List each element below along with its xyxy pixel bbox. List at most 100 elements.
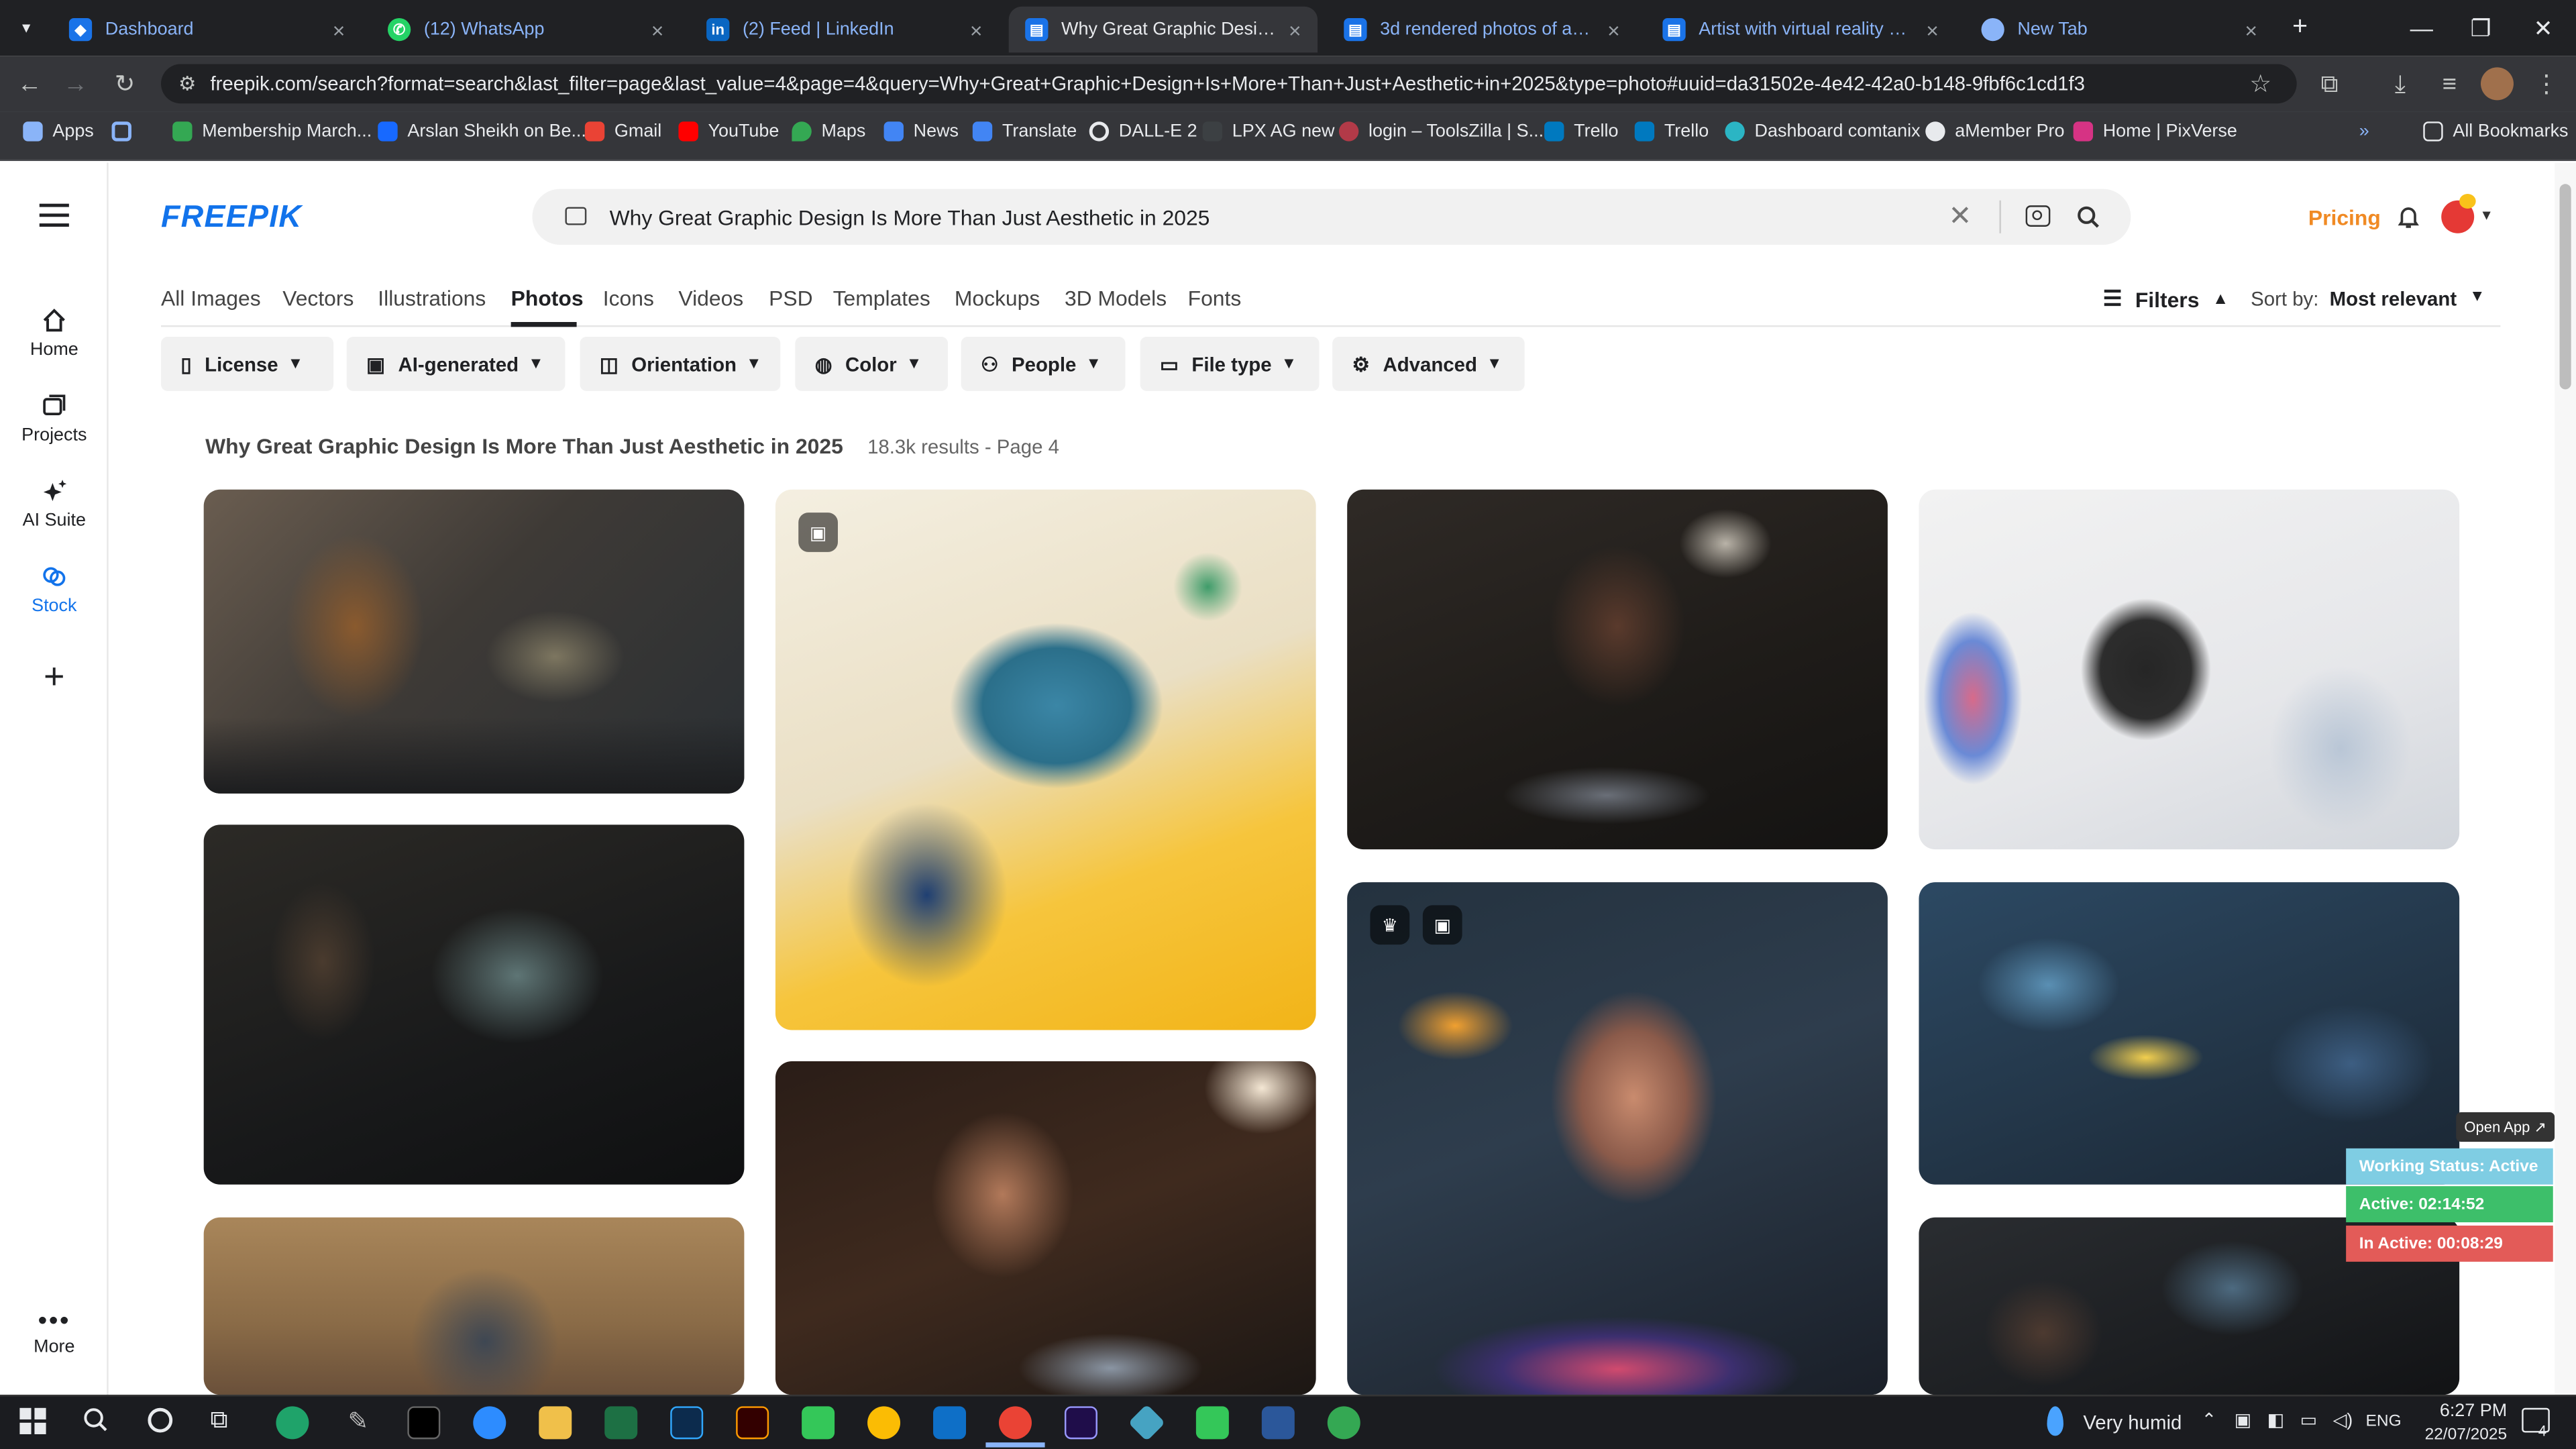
download-icon[interactable]: ⤓	[2381, 64, 2420, 104]
vscode-icon[interactable]	[933, 1406, 967, 1440]
extensions-icon[interactable]: ⧉	[2310, 64, 2349, 104]
filter-license[interactable]: ▯ License ▾	[161, 337, 334, 391]
pricing-link[interactable]: Pricing	[2308, 205, 2381, 230]
photoshop-icon[interactable]	[670, 1406, 704, 1440]
close-icon[interactable]: ×	[2245, 17, 2257, 42]
chrome-icon[interactable]	[998, 1406, 1032, 1440]
chrome-menu-icon[interactable]: ⋮	[2527, 64, 2567, 104]
minimize-icon[interactable]: —	[2392, 0, 2451, 56]
media-control-icon[interactable]: ≡	[2430, 64, 2469, 104]
filter-advanced[interactable]: ⚙ Advanced ▾	[1332, 337, 1525, 391]
image-tile[interactable]	[203, 1217, 745, 1395]
phone-app-icon[interactable]	[1195, 1406, 1229, 1440]
clock-time[interactable]: 6:27 PM	[2422, 1401, 2507, 1421]
tab-templates[interactable]: Templates	[833, 286, 930, 311]
excel-icon[interactable]	[604, 1406, 638, 1440]
zoom-icon[interactable]	[473, 1406, 506, 1440]
cortana-icon[interactable]	[148, 1407, 173, 1433]
tab-6[interactable]: New Tab ×	[1965, 7, 2273, 53]
image-tile[interactable]: ▣	[775, 489, 1316, 1030]
bookmark-6[interactable]: News	[883, 121, 959, 142]
forward-arrow-icon[interactable]: →	[56, 64, 95, 104]
filters-toggle[interactable]: ☰ Filters ▲	[2103, 286, 2229, 312]
back-arrow-icon[interactable]: ←	[10, 64, 50, 104]
tab-psd[interactable]: PSD	[769, 286, 812, 311]
tab-2[interactable]: in (2) Feed | LinkedIn ×	[690, 7, 999, 53]
phone-app-icon[interactable]	[802, 1406, 835, 1440]
bookmark-8[interactable]: DALL-E 2	[1089, 121, 1197, 142]
image-tile[interactable]	[1347, 489, 1888, 850]
file-explorer-icon[interactable]	[539, 1406, 572, 1440]
chrome-icon[interactable]	[1327, 1406, 1360, 1440]
tab-search-chevron-icon[interactable]: ▾	[10, 13, 43, 43]
premiere-icon[interactable]	[1064, 1406, 1097, 1440]
tab-3[interactable]: ▤ Why Great Graphic Design Is M ×	[1008, 6, 1318, 53]
network-icon[interactable]: ▭	[2300, 1409, 2317, 1431]
restore-icon[interactable]: ❐	[2451, 0, 2510, 56]
tab-0[interactable]: ◆ Dashboard ×	[52, 7, 361, 53]
filter-color[interactable]: ◍ Color ▾	[795, 337, 949, 391]
tray-app-icon[interactable]: ◧	[2267, 1409, 2284, 1431]
tab-4[interactable]: ▤ 3d rendered photos of artist m ×	[1328, 7, 1636, 53]
language-indicator[interactable]: ENG	[2366, 1413, 2402, 1431]
bookmark-14[interactable]: aMember Pro	[1925, 121, 2065, 142]
bookmark-4[interactable]: YouTube	[678, 121, 779, 142]
chrome-icon[interactable]	[867, 1406, 901, 1440]
profile-avatar[interactable]	[2480, 67, 2514, 101]
close-icon[interactable]: ×	[1607, 17, 1620, 42]
word-icon[interactable]	[1261, 1406, 1295, 1440]
tray-chevron-icon[interactable]: ⌃	[2202, 1409, 2217, 1431]
site-info-icon[interactable]: ⚙	[168, 64, 207, 104]
illustrator-icon[interactable]	[736, 1406, 769, 1440]
image-type-icon[interactable]	[565, 207, 587, 225]
freepik-logo[interactable]: FREEPIK	[161, 201, 302, 237]
sidebar-item-ai-suite[interactable]: AI Suite	[0, 478, 109, 531]
terminal-icon[interactable]	[407, 1406, 441, 1440]
tab-fonts[interactable]: Fonts	[1188, 286, 1242, 311]
sidebar-item-projects[interactable]: Projects	[0, 392, 109, 445]
tab-3d-models[interactable]: 3D Models	[1065, 286, 1167, 311]
tab-illustrations[interactable]: Illustrations	[378, 286, 486, 311]
open-app-button[interactable]: Open App ↗	[2456, 1112, 2555, 1142]
bell-icon[interactable]	[2396, 204, 2422, 238]
filter-people[interactable]: ⚇ People ▾	[961, 337, 1126, 391]
tab-videos[interactable]: Videos	[678, 286, 743, 311]
pen-tool-icon[interactable]: ✎	[341, 1406, 374, 1439]
window-close-icon[interactable]: ✕	[2514, 0, 2573, 56]
filter-orientation[interactable]: ◫ Orientation ▾	[580, 337, 781, 391]
tab-all-images[interactable]: All Images	[161, 286, 261, 311]
close-icon[interactable]: ×	[1289, 17, 1301, 42]
image-tile[interactable]: ♛ ▣	[1347, 882, 1888, 1395]
tab-vectors[interactable]: Vectors	[282, 286, 354, 311]
search-icon[interactable]	[2077, 205, 2100, 237]
clock-date[interactable]: 22/07/2025	[2405, 1426, 2508, 1444]
bookmark-7[interactable]: Translate	[972, 121, 1077, 142]
close-icon[interactable]: ×	[651, 17, 664, 42]
image-tile[interactable]	[775, 1061, 1316, 1395]
sort-select[interactable]: Most relevant ▾	[2330, 288, 2481, 311]
close-icon[interactable]: ×	[970, 17, 983, 42]
weather-text[interactable]: Very humid	[2083, 1411, 2182, 1434]
tab-icons[interactable]: Icons	[603, 286, 654, 311]
tab-photos[interactable]: Photos	[511, 286, 584, 311]
filter-ai-generated[interactable]: ▣ AI-generated ▾	[346, 337, 566, 391]
clear-search-icon[interactable]: ✕	[1949, 201, 1972, 233]
all-bookmarks[interactable]: All Bookmarks	[2423, 121, 2569, 142]
new-tab-plus-icon[interactable]: +	[2284, 11, 2316, 44]
sidebar-item-stock[interactable]: Stock	[0, 564, 109, 616]
address-bar[interactable]: freepik.com/search?format=search&last_fi…	[161, 64, 2297, 104]
tab-mockups[interactable]: Mockups	[955, 286, 1040, 311]
bookmark-10[interactable]: login – ToolsZilla | S...	[1338, 121, 1544, 142]
bookmark-11[interactable]: Trello	[1544, 121, 1619, 142]
bookmark-2[interactable]: Arslan Sheikh on Be...	[378, 121, 586, 142]
edge-icon[interactable]	[276, 1406, 309, 1440]
bookmark-1[interactable]: Membership March...	[172, 121, 372, 142]
close-icon[interactable]: ×	[1926, 17, 1939, 42]
tab-1[interactable]: ✆ (12) WhatsApp ×	[371, 7, 680, 53]
search-input[interactable]: Why Great Graphic Design Is More Than Ju…	[610, 205, 1210, 230]
bookmark-apps[interactable]: Apps	[23, 121, 94, 142]
bookmark-5[interactable]: Maps	[792, 121, 865, 142]
task-view-icon[interactable]: ⧉	[210, 1406, 227, 1434]
windows-start-icon[interactable]	[19, 1407, 46, 1434]
bookmark-12[interactable]: Trello	[1634, 121, 1709, 142]
